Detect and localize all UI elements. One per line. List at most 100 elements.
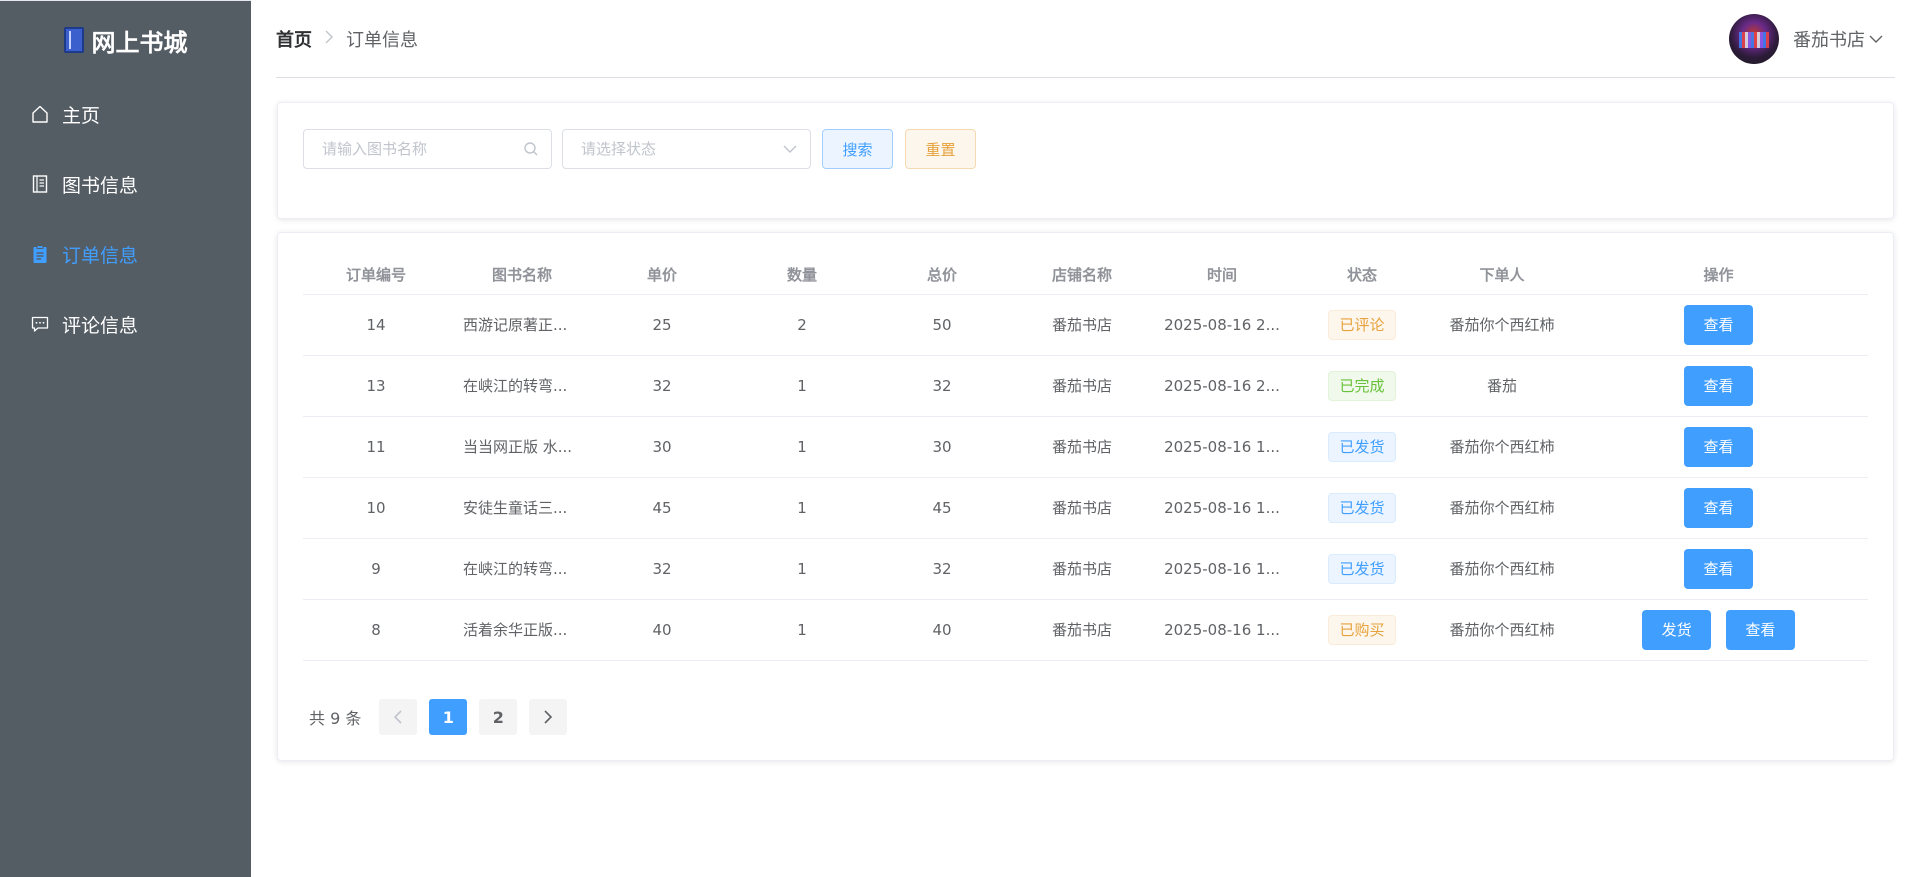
column-header: 图书名称 bbox=[449, 255, 595, 295]
view-button[interactable]: 查看 bbox=[1684, 426, 1753, 467]
table-row: 9 在峡江的转弯... 32 1 32 番茄书店 2025-08-16 1...… bbox=[303, 538, 1868, 600]
order-id: 11 bbox=[303, 416, 449, 478]
book-name: 西游记原著正... bbox=[449, 294, 595, 356]
next-page-button[interactable] bbox=[529, 699, 568, 735]
table-row: 8 活着余华正版... 40 1 40 番茄书店 2025-08-16 1...… bbox=[303, 599, 1868, 661]
page-button[interactable]: 2 bbox=[479, 699, 518, 735]
shop-name: 番茄书店 bbox=[1009, 355, 1155, 417]
user-name: 番茄书店 bbox=[1793, 30, 1865, 51]
book-search-input[interactable] bbox=[322, 140, 551, 158]
status-badge: 已发货 bbox=[1328, 431, 1396, 462]
prev-page-button[interactable] bbox=[379, 699, 418, 735]
order-id: 9 bbox=[303, 538, 449, 600]
column-header: 状态 bbox=[1289, 255, 1435, 295]
quantity: 1 bbox=[729, 355, 875, 417]
status-cell: 已发货 bbox=[1289, 477, 1435, 539]
status-cell: 已发货 bbox=[1289, 416, 1435, 478]
order-id: 14 bbox=[303, 294, 449, 356]
table-row: 10 安徒生童话三... 45 1 45 番茄书店 2025-08-16 1..… bbox=[303, 477, 1868, 539]
book-name: 活着余华正版... bbox=[449, 599, 595, 661]
column-header: 单价 bbox=[595, 255, 729, 295]
document-icon bbox=[30, 174, 50, 194]
buyer: 番茄你个西红柿 bbox=[1435, 294, 1569, 356]
reset-button[interactable]: 重置 bbox=[905, 129, 976, 169]
quantity: 1 bbox=[729, 599, 875, 661]
chevron-left-icon bbox=[394, 710, 402, 724]
ship-button[interactable]: 发货 bbox=[1642, 609, 1712, 650]
shop-name: 番茄书店 bbox=[1009, 416, 1155, 478]
table-row: 14 西游记原著正... 25 2 50 番茄书店 2025-08-16 2..… bbox=[303, 294, 1868, 356]
book-name: 当当网正版 水... bbox=[449, 416, 595, 478]
unit-price: 32 bbox=[595, 538, 729, 600]
sidebar-item-orders[interactable]: 订单信息 bbox=[0, 219, 251, 289]
total-price: 45 bbox=[875, 477, 1009, 539]
view-button[interactable]: 查看 bbox=[1725, 609, 1795, 650]
chevron-down-icon bbox=[782, 141, 798, 161]
buyer: 番茄你个西红柿 bbox=[1435, 599, 1569, 661]
column-header: 时间 bbox=[1155, 255, 1289, 295]
logo: 网上书城 bbox=[0, 1, 251, 79]
status-select[interactable] bbox=[562, 129, 811, 169]
sidebar-item-books[interactable]: 图书信息 bbox=[0, 149, 251, 219]
order-time: 2025-08-16 1... bbox=[1155, 538, 1289, 600]
total-price: 40 bbox=[875, 599, 1009, 661]
shop-name: 番茄书店 bbox=[1009, 599, 1155, 661]
column-header: 数量 bbox=[729, 255, 875, 295]
status-select-input[interactable] bbox=[581, 140, 810, 158]
quantity: 2 bbox=[729, 294, 875, 356]
shop-name: 番茄书店 bbox=[1009, 294, 1155, 356]
clipboard-icon bbox=[30, 244, 50, 264]
view-button[interactable]: 查看 bbox=[1684, 487, 1753, 528]
unit-price: 40 bbox=[595, 599, 729, 661]
sidebar-item-comments[interactable]: 评论信息 bbox=[0, 289, 251, 359]
actions-cell: 查看 bbox=[1569, 294, 1868, 356]
status-cell: 已完成 bbox=[1289, 355, 1435, 417]
view-button[interactable]: 查看 bbox=[1684, 304, 1753, 345]
pagination-total: 共 9 条 bbox=[309, 709, 362, 728]
home-icon bbox=[30, 104, 50, 124]
status-cell: 已购买 bbox=[1289, 599, 1435, 661]
column-header: 操作 bbox=[1569, 255, 1868, 295]
table-header-row: 订单编号 图书名称 单价 数量 总价 店铺名称 时间 状态 下单人 操作 bbox=[303, 255, 1868, 295]
avatar[interactable] bbox=[1729, 14, 1779, 64]
chevron-down-icon bbox=[1869, 35, 1883, 43]
user-menu[interactable]: 番茄书店 bbox=[1729, 14, 1883, 64]
view-button[interactable]: 查看 bbox=[1684, 365, 1753, 406]
buyer: 番茄你个西红柿 bbox=[1435, 416, 1569, 478]
book-icon bbox=[63, 27, 84, 53]
actions-cell: 查看 bbox=[1569, 416, 1868, 478]
book-search-field[interactable] bbox=[303, 129, 552, 169]
column-header: 店铺名称 bbox=[1009, 255, 1155, 295]
buyer: 番茄你个西红柿 bbox=[1435, 477, 1569, 539]
status-badge: 已购买 bbox=[1328, 614, 1396, 645]
status-badge: 已完成 bbox=[1328, 370, 1396, 401]
buyer: 番茄你个西红柿 bbox=[1435, 538, 1569, 600]
chevron-right-icon bbox=[544, 710, 553, 724]
buyer: 番茄 bbox=[1435, 355, 1569, 417]
breadcrumb-home[interactable]: 首页 bbox=[276, 26, 312, 52]
book-name: 在峡江的转弯... bbox=[449, 355, 595, 417]
book-name: 安徒生童话三... bbox=[449, 477, 595, 539]
search-button[interactable]: 搜索 bbox=[822, 129, 893, 169]
status-cell: 已评论 bbox=[1289, 294, 1435, 356]
column-header: 订单编号 bbox=[303, 255, 449, 295]
actions-cell: 查看 bbox=[1569, 477, 1868, 539]
orders-panel: 订单编号 图书名称 单价 数量 总价 店铺名称 时间 状态 下单人 操作 14 … bbox=[277, 232, 1894, 761]
page-button[interactable]: 1 bbox=[429, 699, 468, 735]
unit-price: 32 bbox=[595, 355, 729, 417]
actions-cell: 发货 查看 bbox=[1569, 599, 1868, 661]
unit-price: 45 bbox=[595, 477, 729, 539]
sidebar: 网上书城 主页 图书信息 订单信息 评论信息 bbox=[0, 0, 251, 877]
order-id: 8 bbox=[303, 599, 449, 661]
column-header: 总价 bbox=[875, 255, 1009, 295]
shop-name: 番茄书店 bbox=[1009, 538, 1155, 600]
sidebar-item-label: 图书信息 bbox=[62, 174, 139, 197]
sidebar-item-label: 评论信息 bbox=[62, 314, 139, 337]
status-badge: 已评论 bbox=[1328, 309, 1396, 340]
view-button[interactable]: 查看 bbox=[1684, 548, 1753, 589]
sidebar-item-label: 订单信息 bbox=[62, 244, 139, 267]
breadcrumb: 首页 订单信息 bbox=[276, 26, 418, 52]
sidebar-item-home[interactable]: 主页 bbox=[0, 79, 251, 149]
search-panel: 搜索 重置 bbox=[277, 102, 1894, 219]
user-dropdown[interactable]: 番茄书店 bbox=[1793, 26, 1883, 52]
